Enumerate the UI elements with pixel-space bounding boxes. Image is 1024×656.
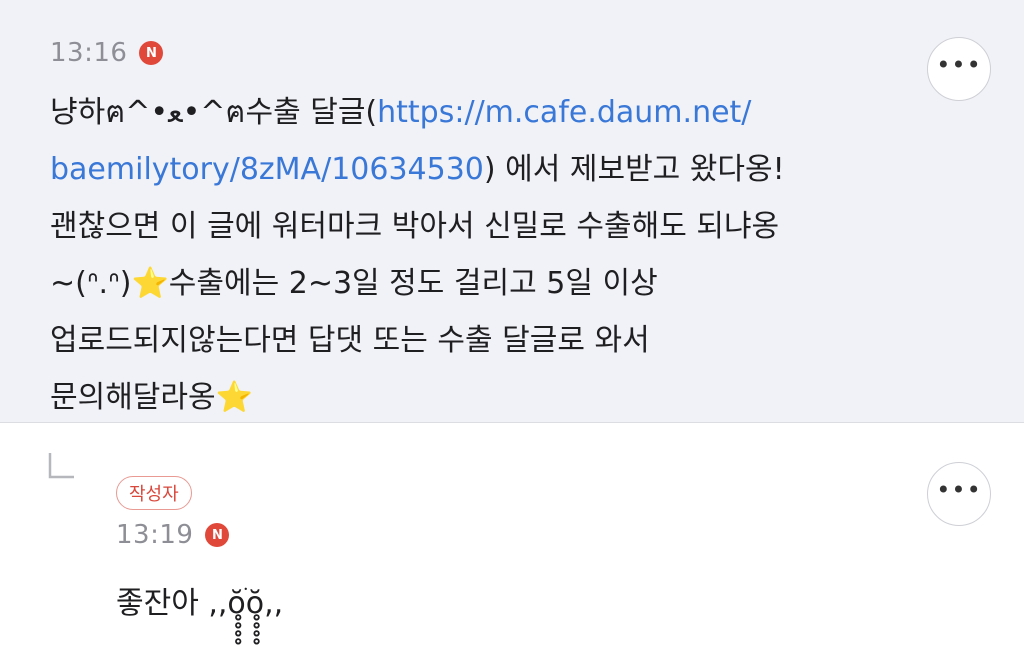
comment-text: 좋잔아 ,,ŏ̥̥̥̥ׄŏ̥̥̥̥,, <box>116 586 284 621</box>
star-emoji: ⭐ <box>131 266 169 301</box>
more-options-button[interactable]: ••• <box>927 37 991 101</box>
comment-body: 냥하ฅ^•ﻌ•^ฅ수출 달글(https://m.cafe.daum.net/b… <box>50 84 930 426</box>
comment-time: 13:19 <box>116 520 194 550</box>
new-badge-icon: N <box>205 523 230 547</box>
star-emoji: ⭐ <box>215 380 253 415</box>
comment-item: 13:16 N ••• 냥하ฅ^•ﻌ•^ฅ수출 달글(https://m.caf… <box>0 0 1024 423</box>
reply-arrow-icon <box>48 453 74 479</box>
more-horizontal-icon: ••• <box>936 476 982 504</box>
comment-text: 냥하ฅ^•ﻌ•^ฅ수출 달글( <box>50 95 378 130</box>
comment-meta: 13:19 N <box>116 520 230 550</box>
comment-meta: 13:16 N <box>50 38 164 68</box>
new-badge-icon: N <box>139 41 164 65</box>
more-options-button[interactable]: ••• <box>927 462 991 526</box>
reply-item: ••• 13:19 N 좋잔아 ,,ŏ̥̥̥̥ׄŏ̥̥̥̥,, <box>0 423 1024 656</box>
comment-time: 13:16 <box>50 38 128 68</box>
author-badge: 작성자 <box>116 476 192 510</box>
more-horizontal-icon: ••• <box>936 51 982 79</box>
